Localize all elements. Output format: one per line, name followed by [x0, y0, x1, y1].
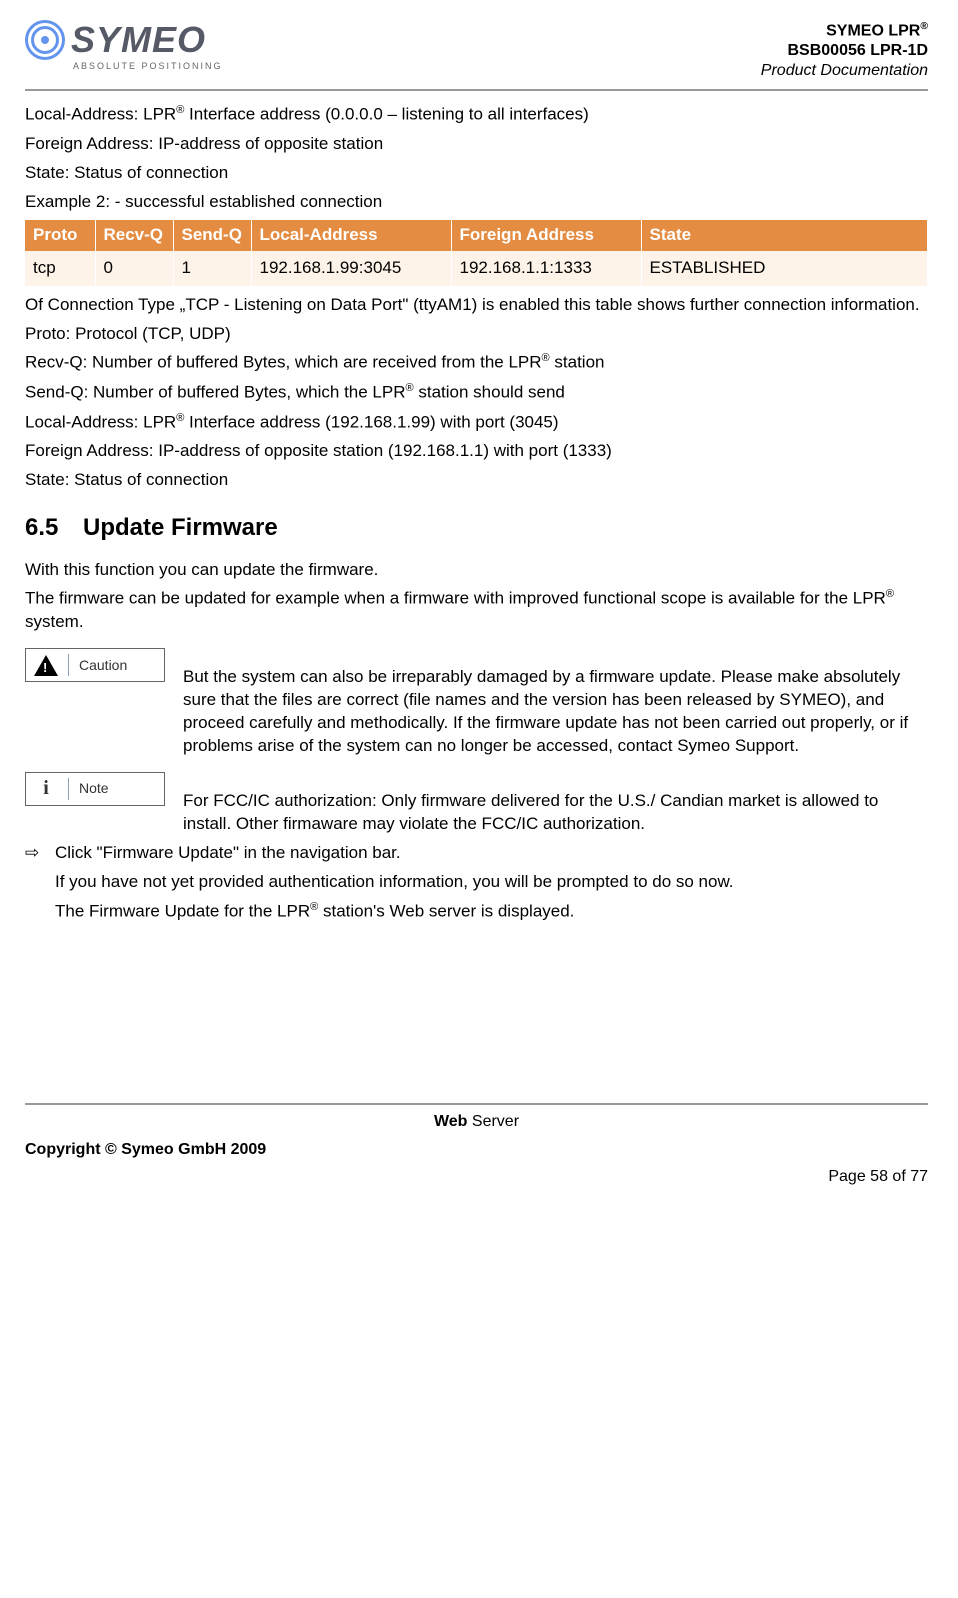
body-text: Recv-Q: Number of buffered Bytes, which …	[25, 351, 928, 375]
body-text: With this function you can update the fi…	[25, 559, 928, 582]
step-text: The Firmware Update for the LPR® station…	[55, 900, 928, 924]
hdr-line2: BSB00056 LPR-1D	[761, 41, 928, 61]
footer-page: Page 58 of 77	[828, 1166, 928, 1188]
section-heading: 6.5Update Firmware	[25, 512, 928, 544]
note-block: i Note For FCC/IC authorization: Only fi…	[25, 772, 928, 836]
reg-mark: ®	[920, 21, 928, 32]
page-header: SYMEO ABSOLUTE POSITIONING SYMEO LPR® BS…	[25, 20, 928, 91]
note-label: i Note	[25, 772, 165, 806]
separator	[68, 778, 69, 800]
th-sendq: Send-Q	[173, 220, 251, 251]
body-text: Example 2: - successful established conn…	[25, 191, 928, 214]
hdr-line1: SYMEO LPR	[826, 22, 920, 39]
body-text: State: Status of connection	[25, 162, 928, 185]
footer-copyright: Copyright © Symeo GmbH 2009	[25, 1139, 266, 1161]
table-header-row: Proto Recv-Q Send-Q Local-Address Foreig…	[25, 220, 928, 251]
body-text: Foreign Address: IP-address of opposite …	[25, 133, 928, 156]
body-text: Proto: Protocol (TCP, UDP)	[25, 323, 928, 346]
caution-block: Caution But the system can also be irrep…	[25, 648, 928, 758]
td-recvq: 0	[95, 251, 173, 286]
section-number: 6.5	[25, 512, 83, 544]
td-state: ESTABLISHED	[641, 251, 928, 286]
th-foreign: Foreign Address	[451, 220, 641, 251]
th-proto: Proto	[25, 220, 95, 251]
body-text: Of Connection Type „TCP - Listening on D…	[25, 294, 928, 317]
hdr-line3: Product Documentation	[761, 61, 928, 81]
td-foreign: 192.168.1.1:1333	[451, 251, 641, 286]
caution-label: Caution	[25, 648, 165, 682]
warning-icon	[34, 654, 58, 676]
td-proto: tcp	[25, 251, 95, 286]
body-text: Foreign Address: IP-address of opposite …	[25, 440, 928, 463]
td-sendq: 1	[173, 251, 251, 286]
body-text: The firmware can be updated for example …	[25, 587, 928, 634]
page-footer: Web Server Copyright © Symeo GmbH 2009 P…	[25, 1103, 928, 1188]
body-text: Local-Address: LPR® Interface address (0…	[25, 103, 928, 127]
body-text: Local-Address: LPR® Interface address (1…	[25, 411, 928, 435]
note-label-text: Note	[79, 779, 109, 798]
caution-body: But the system can also be irreparably d…	[183, 648, 928, 758]
header-right: SYMEO LPR® BSB00056 LPR-1D Product Docum…	[761, 20, 928, 81]
th-recvq: Recv-Q	[95, 220, 173, 251]
table-row: tcp 0 1 192.168.1.99:3045 192.168.1.1:13…	[25, 251, 928, 286]
step-text: Click "Firmware Update" in the navigatio…	[55, 843, 401, 862]
arrow-icon: ⇨	[25, 842, 55, 865]
td-local: 192.168.1.99:3045	[251, 251, 451, 286]
info-icon: i	[34, 778, 58, 800]
th-local: Local-Address	[251, 220, 451, 251]
footer-section: Web Server	[25, 1111, 928, 1133]
th-state: State	[641, 220, 928, 251]
step-item: ⇨Click "Firmware Update" in the navigati…	[25, 842, 928, 865]
connection-table: Proto Recv-Q Send-Q Local-Address Foreig…	[25, 220, 928, 286]
logo-text: SYMEO	[71, 22, 206, 58]
logo-icon	[25, 20, 65, 60]
logo-subtitle: ABSOLUTE POSITIONING	[73, 62, 223, 71]
note-body: For FCC/IC authorization: Only firmware …	[183, 772, 928, 836]
step-text: If you have not yet provided authenticat…	[55, 871, 928, 894]
body-text: State: Status of connection	[25, 469, 928, 492]
logo: SYMEO ABSOLUTE POSITIONING	[25, 20, 223, 71]
separator	[68, 654, 69, 676]
caution-label-text: Caution	[79, 656, 127, 675]
section-title: Update Firmware	[83, 514, 278, 541]
body-text: Send-Q: Number of buffered Bytes, which …	[25, 381, 928, 405]
